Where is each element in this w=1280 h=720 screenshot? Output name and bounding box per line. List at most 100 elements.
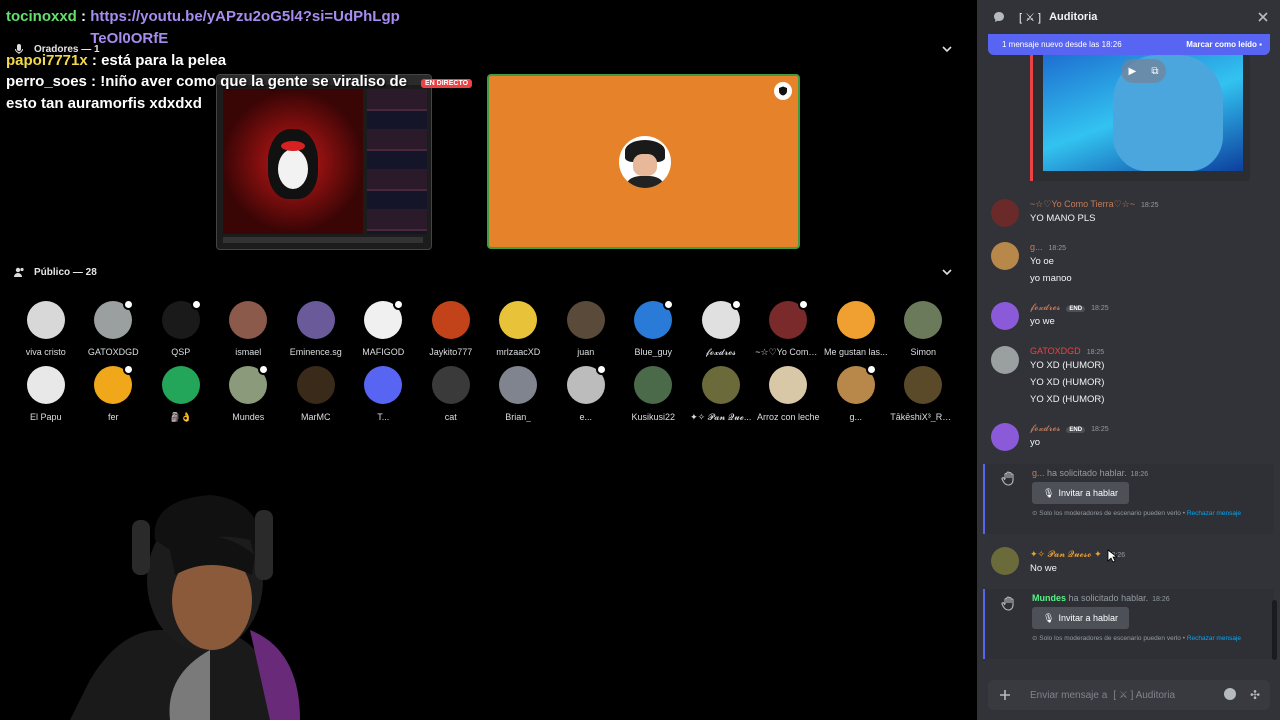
- chevron-down-icon[interactable]: [941, 43, 953, 55]
- audience-member[interactable]: Arroz con leche: [755, 366, 823, 423]
- video-embed[interactable]: ▶ ⧉: [1030, 55, 1250, 181]
- timestamp: 18:25: [1140, 202, 1159, 209]
- composer-placeholder: Enviar mensaje a: [1030, 689, 1108, 701]
- audience-member[interactable]: ~☆♡Yo Como ...: [755, 299, 823, 358]
- invite-to-speak-button[interactable]: 🎙 Invitar a hablar: [1032, 607, 1129, 629]
- apps-icon[interactable]: ✣: [1250, 688, 1260, 702]
- avatar[interactable]: [991, 423, 1019, 451]
- avatar[interactable]: [94, 299, 135, 339]
- message-author[interactable]: 𝓯𝓸𝔁𝓭𝓻𝓮𝓼: [1030, 423, 1060, 434]
- invite-to-speak-button[interactable]: 🎙 Invitar a hablar: [1032, 482, 1129, 504]
- avatar[interactable]: [836, 301, 875, 339]
- audience-member[interactable]: cat: [417, 366, 485, 423]
- avatar[interactable]: [836, 364, 877, 404]
- avatar[interactable]: [904, 366, 943, 404]
- close-icon[interactable]: [1256, 10, 1270, 24]
- avatar[interactable]: [431, 301, 470, 339]
- audience-name: 🗿👌: [169, 412, 192, 422]
- audience-name: GATOXDGD: [87, 347, 139, 357]
- status-badge: [258, 364, 270, 375]
- plus-icon[interactable]: [998, 688, 1012, 702]
- audience-name: Brian_: [505, 412, 532, 422]
- audience-member[interactable]: Me gustan las...: [822, 301, 890, 358]
- audience-member[interactable]: 🗿👌: [147, 366, 215, 423]
- audience-member[interactable]: fer: [80, 364, 148, 423]
- avatar[interactable]: [26, 301, 65, 339]
- audience-name: 𝓯𝓸𝔁𝓭𝓻𝓮𝓼: [705, 347, 736, 357]
- avatar[interactable]: [991, 242, 1019, 270]
- message-composer[interactable]: Enviar mensaje a [ ⚔ ] Auditoria ✣: [988, 680, 1270, 710]
- play-icon[interactable]: ▶: [1129, 66, 1137, 77]
- request-header: Mundes ha solicitado hablar. 18:26: [1032, 593, 1170, 603]
- audience-member[interactable]: Jaykito777: [417, 301, 485, 358]
- audience-member[interactable]: Simon: [890, 301, 958, 358]
- avatar[interactable]: [364, 299, 405, 339]
- audience-member[interactable]: Brian_: [485, 366, 553, 423]
- speaker-camera-tile[interactable]: [487, 74, 800, 249]
- audience-member[interactable]: TākēshiX³_RH...: [890, 366, 958, 423]
- audience-member[interactable]: e...: [552, 364, 620, 423]
- popout-icon[interactable]: ⧉: [1151, 66, 1158, 77]
- reject-link[interactable]: Rechazar mensaje: [1187, 635, 1241, 642]
- message-author[interactable]: ✦✧ 𝓟𝓪𝓷 𝓠𝓾𝓮𝓼𝓸 ✦: [1030, 549, 1102, 560]
- audience-member[interactable]: Eminence.sg: [282, 301, 350, 358]
- audience-member[interactable]: El Papu: [12, 366, 80, 423]
- avatar[interactable]: [26, 366, 65, 404]
- avatar[interactable]: [229, 364, 270, 404]
- message-author[interactable]: ~☆♡Yo Como Tierra♡☆~: [1030, 199, 1135, 210]
- audience-member[interactable]: T...: [350, 366, 418, 423]
- avatar[interactable]: [94, 364, 135, 404]
- avatar[interactable]: [769, 299, 810, 339]
- avatar[interactable]: [991, 547, 1019, 575]
- avatar[interactable]: [991, 302, 1019, 330]
- audience-member[interactable]: Blue_guy: [620, 299, 688, 358]
- mark-as-read-button[interactable]: Marcar como leído ▪: [1186, 40, 1262, 49]
- avatar[interactable]: [499, 366, 538, 404]
- emoji-icon[interactable]: [1223, 688, 1236, 700]
- avatar[interactable]: [161, 299, 202, 339]
- message-text: YO XD (HUMOR): [1030, 394, 1105, 405]
- avatar[interactable]: [364, 366, 403, 404]
- avatar[interactable]: [634, 366, 673, 404]
- avatar[interactable]: [769, 366, 808, 404]
- avatar[interactable]: [701, 299, 742, 339]
- avatar[interactable]: [904, 301, 943, 339]
- avatar[interactable]: [229, 301, 268, 339]
- scrollbar[interactable]: [1272, 600, 1277, 660]
- avatar[interactable]: [566, 364, 607, 404]
- chevron-down-icon[interactable]: [941, 266, 953, 278]
- avatar[interactable]: [701, 366, 740, 404]
- audience-member[interactable]: MarMC: [282, 366, 350, 423]
- audience-member[interactable]: 𝓯𝓸𝔁𝓭𝓻𝓮𝓼: [687, 299, 755, 358]
- avatar[interactable]: [161, 366, 200, 404]
- audience-member[interactable]: ismael: [215, 301, 283, 358]
- audience-member[interactable]: viva cristo: [12, 301, 80, 358]
- message-author[interactable]: g...: [1030, 242, 1043, 252]
- avatar[interactable]: [991, 346, 1019, 374]
- mic-icon: 🎙: [1043, 612, 1055, 623]
- avatar[interactable]: [296, 301, 335, 339]
- message-author[interactable]: 𝓯𝓸𝔁𝓭𝓻𝓮𝓼: [1030, 302, 1060, 313]
- audience-member[interactable]: QSP: [147, 299, 215, 358]
- audience-member[interactable]: ✦✧ 𝓟𝓪𝓷 𝓠𝓾𝓮...: [687, 366, 755, 423]
- audience-member[interactable]: GATOXDGD: [80, 299, 148, 358]
- audience-member[interactable]: MAFIGOD: [350, 299, 418, 358]
- message-text: Yo oe: [1030, 256, 1054, 267]
- avatar[interactable]: [566, 301, 605, 339]
- avatar[interactable]: [991, 199, 1019, 227]
- audience-member[interactable]: juan: [552, 301, 620, 358]
- audience-member[interactable]: Mundes: [215, 364, 283, 423]
- avatar[interactable]: [296, 366, 335, 404]
- message-author[interactable]: GATOXDGD: [1030, 346, 1081, 356]
- new-messages-banner[interactable]: 1 mensaje nuevo desde las 18:26 Marcar c…: [988, 34, 1270, 55]
- chat-link[interactable]: https://youtu.be/yAPzu2oG5l4?si=UdPhLgpT…: [90, 6, 405, 50]
- audience-header[interactable]: Público — 28: [12, 265, 97, 279]
- audience-name: Me gustan las...: [823, 347, 888, 357]
- audience-member[interactable]: g...: [822, 364, 890, 423]
- avatar[interactable]: [499, 301, 538, 339]
- reject-link[interactable]: Rechazar mensaje: [1187, 510, 1241, 517]
- avatar[interactable]: [634, 299, 675, 339]
- audience-member[interactable]: Kusikusi22: [620, 366, 688, 423]
- avatar[interactable]: [431, 366, 470, 404]
- audience-member[interactable]: mrlzaacXD: [485, 301, 553, 358]
